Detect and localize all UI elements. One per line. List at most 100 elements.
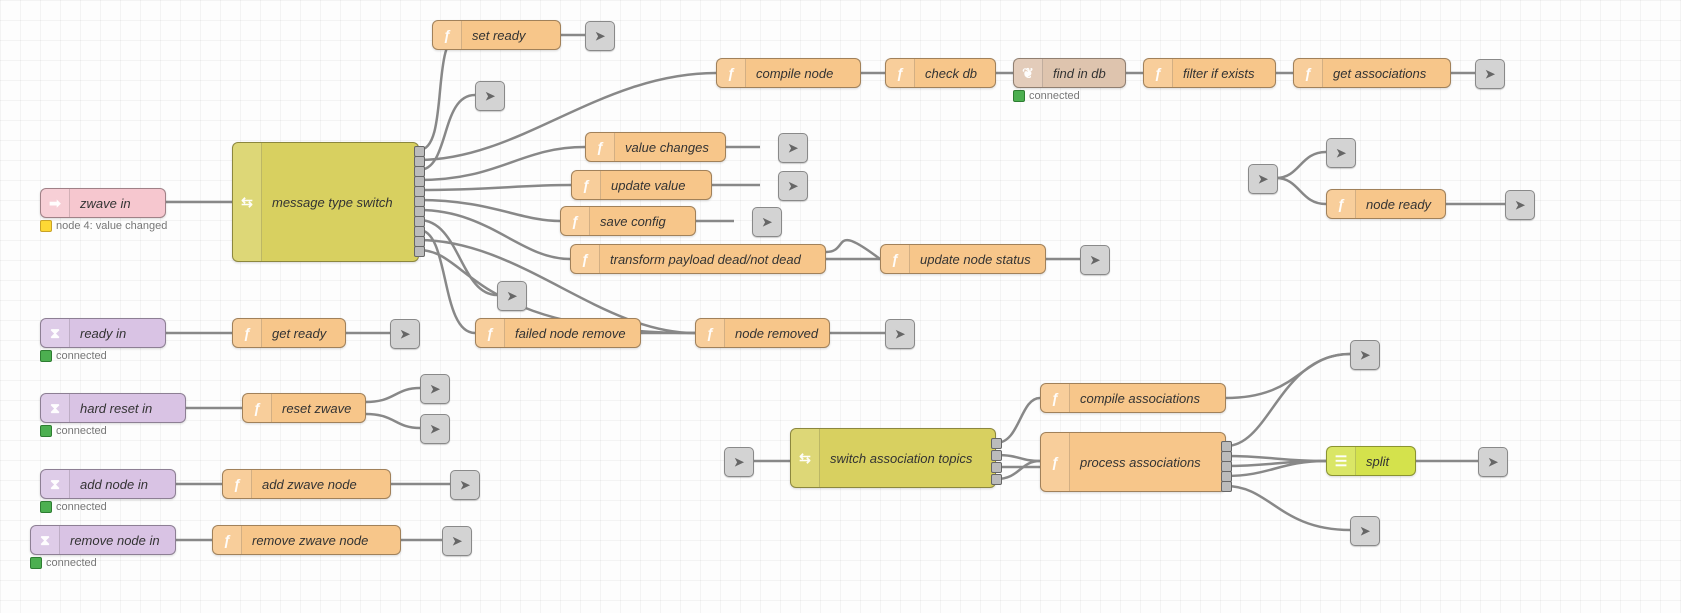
debug-node[interactable]	[390, 319, 420, 349]
node-label: split	[1356, 454, 1399, 469]
node-compile-associations[interactable]: compile associations	[1040, 383, 1226, 413]
function-icon	[1041, 384, 1070, 412]
function-icon	[696, 319, 725, 347]
node-set-ready[interactable]: set ready	[432, 20, 561, 50]
node-add-zwave-node[interactable]: add zwave node	[222, 469, 391, 499]
debug-node[interactable]	[778, 171, 808, 201]
node-label: add node in	[70, 477, 158, 492]
node-hard-reset-in[interactable]: hard reset in	[40, 393, 186, 423]
node-check-db[interactable]: check db	[885, 58, 996, 88]
node-save-config[interactable]: save config	[560, 206, 696, 236]
debug-node[interactable]	[1326, 138, 1356, 168]
node-label: get associations	[1323, 66, 1436, 81]
node-label: hard reset in	[70, 401, 162, 416]
node-transform-dead[interactable]: transform payload dead/not dead	[570, 244, 826, 274]
signal-icon	[41, 394, 70, 422]
debug-node[interactable]	[420, 374, 450, 404]
status-dot-icon	[1013, 90, 1025, 102]
link-in-node[interactable]	[724, 447, 754, 477]
node-reset-zwave[interactable]: reset zwave	[242, 393, 366, 423]
node-label: zwave in	[70, 196, 141, 211]
link-in-node[interactable]	[1248, 164, 1278, 194]
node-ready-in[interactable]: ready in	[40, 318, 166, 348]
node-label: update value	[601, 178, 695, 193]
port[interactable]	[991, 438, 1002, 449]
node-label: remove node in	[60, 533, 170, 548]
function-icon	[1327, 190, 1356, 218]
node-label: node removed	[725, 326, 828, 341]
node-label: add zwave node	[252, 477, 367, 492]
debug-node[interactable]	[1350, 516, 1380, 546]
status-dot-icon	[40, 350, 52, 362]
node-label: update node status	[910, 252, 1041, 267]
node-update-value[interactable]: update value	[571, 170, 712, 200]
port[interactable]	[991, 462, 1002, 473]
debug-node[interactable]	[497, 281, 527, 311]
node-node-ready[interactable]: node ready	[1326, 189, 1446, 219]
node-find-in-db[interactable]: find in db	[1013, 58, 1126, 88]
debug-node[interactable]	[442, 526, 472, 556]
port[interactable]	[991, 450, 1002, 461]
node-split[interactable]: split	[1326, 446, 1416, 476]
debug-node[interactable]	[450, 470, 480, 500]
signal-icon	[41, 319, 70, 347]
node-label: transform payload dead/not dead	[600, 252, 811, 267]
flow-canvas[interactable]: { "nodes": { "zwave_in": {"label": "zwav…	[0, 0, 1681, 613]
node-label: set ready	[462, 28, 535, 43]
debug-node[interactable]	[885, 319, 915, 349]
node-label: find in db	[1043, 66, 1116, 81]
function-icon	[243, 394, 272, 422]
debug-node[interactable]	[778, 133, 808, 163]
port[interactable]	[991, 474, 1002, 485]
node-get-associations[interactable]: get associations	[1293, 58, 1451, 88]
node-switch-association-topics[interactable]: switch association topics	[790, 428, 996, 488]
function-icon	[572, 171, 601, 199]
node-message-type-switch[interactable]: message type switch	[232, 142, 419, 262]
function-icon	[717, 59, 746, 87]
status-text: connected	[46, 557, 97, 569]
node-update-node-status[interactable]: update node status	[880, 244, 1046, 274]
port[interactable]	[1221, 481, 1232, 492]
node-label: filter if exists	[1173, 66, 1265, 81]
node-value-changes[interactable]: value changes	[585, 132, 726, 162]
function-icon	[1144, 59, 1173, 87]
node-label: reset zwave	[272, 401, 361, 416]
status-add-node-in: connected	[40, 501, 107, 513]
function-icon	[1294, 59, 1323, 87]
node-add-node-in[interactable]: add node in	[40, 469, 176, 499]
node-node-removed[interactable]: node removed	[695, 318, 830, 348]
split-icon	[1327, 447, 1356, 475]
status-dot-icon	[40, 425, 52, 437]
port[interactable]	[414, 246, 425, 257]
debug-node[interactable]	[585, 21, 615, 51]
node-zwave-in[interactable]: zwave in	[40, 188, 166, 218]
node-failed-node-remove[interactable]: failed node remove	[475, 318, 641, 348]
wires-layer	[0, 0, 1681, 613]
debug-node[interactable]	[1505, 190, 1535, 220]
node-label: compile node	[746, 66, 843, 81]
node-label: switch association topics	[820, 451, 982, 466]
debug-node[interactable]	[420, 414, 450, 444]
node-get-ready[interactable]: get ready	[232, 318, 346, 348]
function-icon	[561, 207, 590, 235]
function-icon	[223, 470, 252, 498]
signal-icon	[31, 526, 60, 554]
debug-node[interactable]	[1080, 245, 1110, 275]
node-remove-node-in[interactable]: remove node in	[30, 525, 176, 555]
status-dot-icon	[40, 220, 52, 232]
debug-node[interactable]	[1475, 59, 1505, 89]
function-icon	[586, 133, 615, 161]
node-remove-zwave-node[interactable]: remove zwave node	[212, 525, 401, 555]
function-icon	[1041, 433, 1070, 491]
node-label: process associations	[1070, 455, 1211, 470]
node-compile-node[interactable]: compile node	[716, 58, 861, 88]
status-text: connected	[56, 501, 107, 513]
debug-node[interactable]	[1350, 340, 1380, 370]
debug-node[interactable]	[475, 81, 505, 111]
node-process-associations[interactable]: process associations	[1040, 432, 1226, 492]
function-icon	[476, 319, 505, 347]
debug-node[interactable]	[1478, 447, 1508, 477]
node-filter-if-exists[interactable]: filter if exists	[1143, 58, 1276, 88]
debug-node[interactable]	[752, 207, 782, 237]
status-dot-icon	[30, 557, 42, 569]
